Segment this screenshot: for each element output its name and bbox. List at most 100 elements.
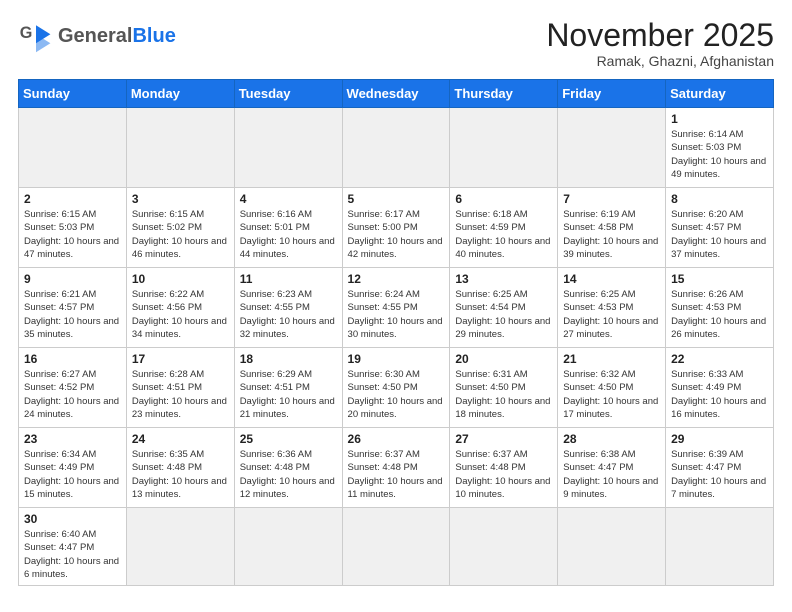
logo: G GeneralBlue: [18, 18, 176, 54]
day-info: Sunrise: 6:17 AM Sunset: 5:00 PM Dayligh…: [348, 208, 445, 261]
calendar-table: Sunday Monday Tuesday Wednesday Thursday…: [18, 79, 774, 586]
table-row: 17Sunrise: 6:28 AM Sunset: 4:51 PM Dayli…: [126, 348, 234, 428]
day-number: 7: [563, 192, 660, 206]
table-row: [342, 508, 450, 586]
day-info: Sunrise: 6:15 AM Sunset: 5:02 PM Dayligh…: [132, 208, 229, 261]
col-saturday: Saturday: [666, 80, 774, 108]
day-info: Sunrise: 6:21 AM Sunset: 4:57 PM Dayligh…: [24, 288, 121, 341]
day-number: 6: [455, 192, 552, 206]
table-row: 29 Sunrise: 6:39 AM Sunset: 4:47 PM Dayli…: [666, 428, 774, 508]
day-number: 30: [24, 512, 121, 526]
page: G GeneralBlue November 2025 Ramak, Ghazn…: [0, 0, 792, 596]
table-row: [450, 108, 558, 188]
table-row: [126, 108, 234, 188]
day-number: 27: [455, 432, 552, 446]
day-number: 8: [671, 192, 768, 206]
day-info: Sunrise: 6:23 AM Sunset: 4:55 PM Dayligh…: [240, 288, 337, 341]
day-number: 20: [455, 352, 552, 366]
day-number: 28: [563, 432, 660, 446]
table-row: 8 Sunrise: 6:20 AM Sunset: 4:57 PM Daylig…: [666, 188, 774, 268]
day-number: 19: [348, 352, 445, 366]
table-row: 28Sunrise: 6:38 AM Sunset: 4:47 PM Dayli…: [558, 428, 666, 508]
col-wednesday: Wednesday: [342, 80, 450, 108]
table-row: 25Sunrise: 6:36 AM Sunset: 4:48 PM Dayli…: [234, 428, 342, 508]
day-info: Sunrise: 6:27 AM Sunset: 4:52 PM Dayligh…: [24, 368, 121, 421]
table-row: 12Sunrise: 6:24 AM Sunset: 4:55 PM Dayli…: [342, 268, 450, 348]
col-thursday: Thursday: [450, 80, 558, 108]
table-row: [19, 108, 127, 188]
table-row: 15 Sunrise: 6:26 AM Sunset: 4:53 PM Dayli…: [666, 268, 774, 348]
day-number: 29: [671, 432, 768, 446]
table-row: 1 Sunrise: 6:14 AM Sunset: 5:03 PM Daylig…: [666, 108, 774, 188]
table-row: [666, 508, 774, 586]
day-number: 22: [671, 352, 768, 366]
table-row: 24Sunrise: 6:35 AM Sunset: 4:48 PM Dayli…: [126, 428, 234, 508]
table-row: [234, 108, 342, 188]
svg-text:G: G: [20, 24, 33, 42]
day-info: Sunrise: 6:19 AM Sunset: 4:58 PM Dayligh…: [563, 208, 660, 261]
day-number: 3: [132, 192, 229, 206]
day-info: Sunrise: 6:29 AM Sunset: 4:51 PM Dayligh…: [240, 368, 337, 421]
day-number: 21: [563, 352, 660, 366]
table-row: 3 Sunrise: 6:15 AM Sunset: 5:02 PM Daylig…: [126, 188, 234, 268]
table-row: 2 Sunrise: 6:15 AM Sunset: 5:03 PM Daylig…: [19, 188, 127, 268]
day-info: Sunrise: 6:26 AM Sunset: 4:53 PM Dayligh…: [671, 288, 768, 341]
day-info: Sunrise: 6:22 AM Sunset: 4:56 PM Dayligh…: [132, 288, 229, 341]
day-number: 13: [455, 272, 552, 286]
day-number: 5: [348, 192, 445, 206]
table-row: 18 Sunrise: 6:29 AM Sunset: 4:51 PM Dayli…: [234, 348, 342, 428]
col-monday: Monday: [126, 80, 234, 108]
day-number: 18: [240, 352, 337, 366]
day-info: Sunrise: 6:39 AM Sunset: 4:47 PM Dayligh…: [671, 448, 768, 501]
day-info: Sunrise: 6:18 AM Sunset: 4:59 PM Dayligh…: [455, 208, 552, 261]
day-number: 26: [348, 432, 445, 446]
day-number: 15: [671, 272, 768, 286]
table-row: 30 Sunrise: 6:40 AM Sunset: 4:47 PM Dayli…: [19, 508, 127, 586]
table-row: 11Sunrise: 6:23 AM Sunset: 4:55 PM Dayli…: [234, 268, 342, 348]
table-row: 6 Sunrise: 6:18 AM Sunset: 4:59 PM Daylig…: [450, 188, 558, 268]
table-row: 7 Sunrise: 6:19 AM Sunset: 4:58 PM Daylig…: [558, 188, 666, 268]
day-number: 2: [24, 192, 121, 206]
day-info: Sunrise: 6:25 AM Sunset: 4:53 PM Dayligh…: [563, 288, 660, 341]
table-row: [558, 508, 666, 586]
day-number: 9: [24, 272, 121, 286]
table-row: 16Sunrise: 6:27 AM Sunset: 4:52 PM Dayli…: [19, 348, 127, 428]
table-row: 22 Sunrise: 6:33 AM Sunset: 4:49 PM Dayli…: [666, 348, 774, 428]
day-info: Sunrise: 6:37 AM Sunset: 4:48 PM Dayligh…: [455, 448, 552, 501]
table-row: 27 Sunrise: 6:37 AM Sunset: 4:48 PM Dayli…: [450, 428, 558, 508]
day-number: 1: [671, 112, 768, 126]
table-row: 21 Sunrise: 6:32 AM Sunset: 4:50 PM Dayli…: [558, 348, 666, 428]
day-info: Sunrise: 6:16 AM Sunset: 5:01 PM Dayligh…: [240, 208, 337, 261]
day-info: Sunrise: 6:33 AM Sunset: 4:49 PM Dayligh…: [671, 368, 768, 421]
day-info: Sunrise: 6:15 AM Sunset: 5:03 PM Dayligh…: [24, 208, 121, 261]
calendar-header-row: Sunday Monday Tuesday Wednesday Thursday…: [19, 80, 774, 108]
day-number: 25: [240, 432, 337, 446]
header: G GeneralBlue November 2025 Ramak, Ghazn…: [18, 18, 774, 69]
day-number: 17: [132, 352, 229, 366]
day-info: Sunrise: 6:40 AM Sunset: 4:47 PM Dayligh…: [24, 528, 121, 581]
day-info: Sunrise: 6:34 AM Sunset: 4:49 PM Dayligh…: [24, 448, 121, 501]
day-info: Sunrise: 6:24 AM Sunset: 4:55 PM Dayligh…: [348, 288, 445, 341]
logo-text: GeneralBlue: [58, 25, 176, 48]
day-info: Sunrise: 6:32 AM Sunset: 4:50 PM Dayligh…: [563, 368, 660, 421]
table-row: [342, 108, 450, 188]
table-row: [558, 108, 666, 188]
day-info: Sunrise: 6:20 AM Sunset: 4:57 PM Dayligh…: [671, 208, 768, 261]
day-number: 4: [240, 192, 337, 206]
location: Ramak, Ghazni, Afghanistan: [546, 53, 774, 69]
table-row: 4 Sunrise: 6:16 AM Sunset: 5:01 PM Daylig…: [234, 188, 342, 268]
day-info: Sunrise: 6:14 AM Sunset: 5:03 PM Dayligh…: [671, 128, 768, 181]
table-row: 5 Sunrise: 6:17 AM Sunset: 5:00 PM Daylig…: [342, 188, 450, 268]
month-title: November 2025: [546, 18, 774, 53]
table-row: [234, 508, 342, 586]
day-number: 14: [563, 272, 660, 286]
day-info: Sunrise: 6:37 AM Sunset: 4:48 PM Dayligh…: [348, 448, 445, 501]
table-row: 26 Sunrise: 6:37 AM Sunset: 4:48 PM Dayli…: [342, 428, 450, 508]
table-row: [126, 508, 234, 586]
table-row: 19Sunrise: 6:30 AM Sunset: 4:50 PM Dayli…: [342, 348, 450, 428]
day-info: Sunrise: 6:31 AM Sunset: 4:50 PM Dayligh…: [455, 368, 552, 421]
day-number: 10: [132, 272, 229, 286]
table-row: [450, 508, 558, 586]
table-row: 13Sunrise: 6:25 AM Sunset: 4:54 PM Dayli…: [450, 268, 558, 348]
day-info: Sunrise: 6:35 AM Sunset: 4:48 PM Dayligh…: [132, 448, 229, 501]
